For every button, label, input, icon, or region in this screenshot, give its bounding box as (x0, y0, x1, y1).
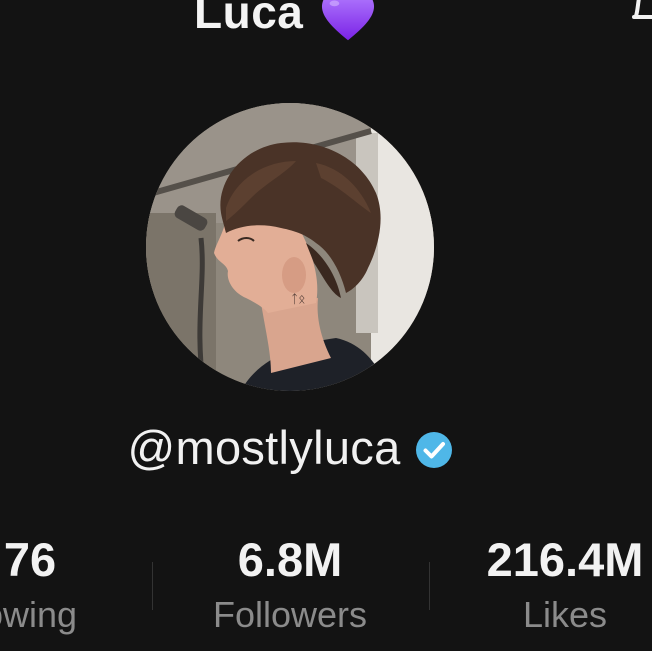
followers-count: 6.8M (237, 533, 343, 586)
likes-label: Likes (522, 594, 608, 635)
profile-screen: Luca ᛏᛟ @mostlyluca 76 wing 6.8M Followe… (0, 0, 652, 651)
stat-likes[interactable]: 216.4M Likes (425, 536, 652, 633)
username-row: @mostlyluca (0, 424, 580, 471)
followers-label: Followers (212, 594, 368, 635)
username[interactable]: @mostlyluca (127, 424, 400, 471)
verified-badge-icon (415, 431, 452, 468)
avatar[interactable]: ᛏᛟ (146, 103, 434, 391)
following-label: owing (0, 594, 78, 635)
stat-followers[interactable]: 6.8M Followers (150, 536, 430, 633)
svg-text:ᛏᛟ: ᛏᛟ (291, 292, 305, 306)
purple-heart-icon (322, 0, 375, 41)
likes-count: 216.4M (486, 533, 644, 586)
display-name: Luca (194, 0, 304, 38)
avatar-photo: ᛏᛟ (146, 103, 434, 391)
following-count: 76 (3, 533, 57, 586)
stat-following[interactable]: 76 owing (0, 536, 170, 633)
bell-icon[interactable] (628, 0, 652, 30)
profile-header-title: Luca (194, 0, 379, 46)
